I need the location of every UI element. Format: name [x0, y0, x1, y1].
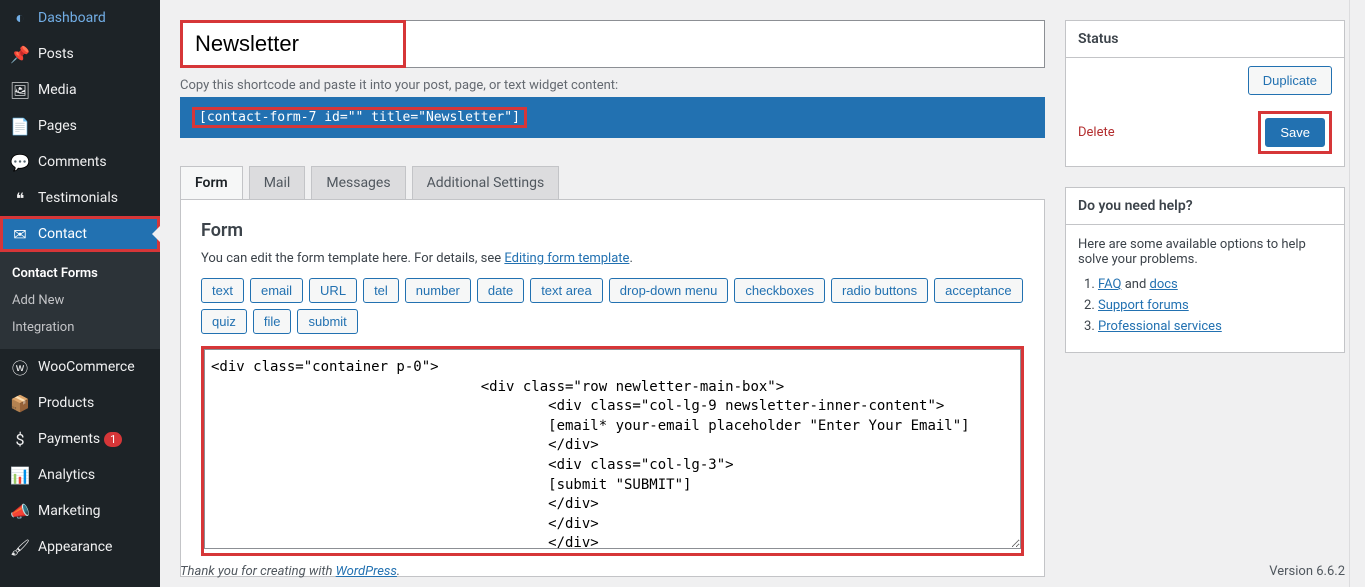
sidebar-item-label: Pages	[38, 118, 77, 134]
sidebar-item-dashboard[interactable]: ◐ Dashboard	[0, 0, 160, 36]
sidebar-item-label: Marketing	[38, 503, 101, 519]
sidebar-item-label: Media	[38, 82, 77, 98]
help-item-faq: FAQ and docs	[1098, 277, 1332, 292]
media-icon: 🖼	[10, 80, 30, 100]
tag-url-button[interactable]: URL	[309, 278, 357, 303]
submenu-integration[interactable]: Integration	[0, 314, 160, 341]
appearance-icon: 🖌	[10, 537, 30, 557]
woo-icon: ⓦ	[10, 357, 30, 377]
shortcode-text: [contact-form-7 id="" title="Newsletter"…	[199, 110, 520, 125]
tab-mail[interactable]: Mail	[249, 166, 306, 199]
sidebar-item-marketing[interactable]: 📣 Marketing	[0, 493, 160, 529]
payments-icon: $	[10, 429, 30, 449]
form-template-textarea[interactable]	[204, 349, 1021, 549]
save-button[interactable]: Save	[1265, 118, 1325, 147]
sidebar-item-contact[interactable]: ✉ Contact	[0, 216, 160, 252]
pin-icon: 📌	[10, 44, 30, 64]
sidebar-item-woocommerce[interactable]: ⓦ WooCommerce	[0, 349, 160, 385]
sidebar-item-label: Appearance	[38, 539, 112, 555]
tag-file-button[interactable]: file	[253, 309, 292, 334]
payments-badge: 1	[104, 432, 122, 447]
mail-icon: ✉	[10, 224, 30, 244]
status-title: Status	[1066, 21, 1344, 58]
tag-text-button[interactable]: text	[201, 278, 244, 303]
wordpress-link[interactable]: WordPress	[336, 564, 397, 579]
tag-radio-button[interactable]: radio buttons	[831, 278, 928, 303]
professional-services-link[interactable]: Professional services	[1098, 319, 1222, 334]
marketing-icon: 📣	[10, 501, 30, 521]
help-item-services: Professional services	[1098, 319, 1332, 334]
analytics-icon: 📊	[10, 465, 30, 485]
sidebar-item-label: Dashboard	[38, 10, 106, 26]
tab-form[interactable]: Form	[180, 166, 243, 199]
sidebar-item-label: Contact	[38, 226, 87, 242]
sidebar-item-label: Comments	[38, 154, 107, 170]
tag-tel-button[interactable]: tel	[363, 278, 399, 303]
help-intro: Here are some available options to help …	[1078, 237, 1332, 267]
admin-footer: Thank you for creating with WordPress. V…	[180, 564, 1345, 579]
status-box: Status Duplicate Delete Save	[1065, 20, 1345, 167]
sidebar-item-comments[interactable]: 💬 Comments	[0, 144, 160, 180]
shortcode-hint: Copy this shortcode and paste it into yo…	[180, 78, 1045, 93]
sidebar-item-appearance[interactable]: 🖌 Appearance	[0, 529, 160, 565]
quote-icon: ❝	[10, 188, 30, 208]
sidebar-item-media[interactable]: 🖼 Media	[0, 72, 160, 108]
tag-textarea-button[interactable]: text area	[530, 278, 603, 303]
delete-link[interactable]: Delete	[1078, 125, 1115, 140]
sidebar-item-pages[interactable]: 📄 Pages	[0, 108, 160, 144]
faq-link[interactable]: FAQ	[1098, 277, 1121, 292]
sidebar-item-payments[interactable]: $ Payments 1	[0, 421, 160, 457]
tab-messages[interactable]: Messages	[311, 166, 405, 199]
help-item-forums: Support forums	[1098, 298, 1332, 313]
shortcode-bar[interactable]: [contact-form-7 id="" title="Newsletter"…	[180, 97, 1045, 138]
tag-email-button[interactable]: email	[250, 278, 303, 303]
tag-checkboxes-button[interactable]: checkboxes	[734, 278, 825, 303]
scrollbar[interactable]	[1349, 0, 1365, 587]
sidebar-item-label: Payments	[38, 431, 100, 447]
docs-link[interactable]: docs	[1150, 277, 1178, 292]
support-forums-link[interactable]: Support forums	[1098, 298, 1189, 313]
tab-additional-settings[interactable]: Additional Settings	[412, 166, 560, 199]
tag-quiz-button[interactable]: quiz	[201, 309, 247, 334]
sidebar-item-label: WooCommerce	[38, 359, 135, 375]
sidebar-item-label: Analytics	[38, 467, 95, 483]
sidebar-item-analytics[interactable]: 📊 Analytics	[0, 457, 160, 493]
products-icon: 📦	[10, 393, 30, 413]
sidebar-item-testimonials[interactable]: ❝ Testimonials	[0, 180, 160, 216]
duplicate-button[interactable]: Duplicate	[1248, 66, 1332, 95]
sidebar-item-label: Products	[38, 395, 94, 411]
tag-dropdown-button[interactable]: drop-down menu	[609, 278, 729, 303]
form-tabs: Form Mail Messages Additional Settings	[180, 166, 1045, 199]
main-content: Copy this shortcode and paste it into yo…	[160, 0, 1365, 587]
page-icon: 📄	[10, 116, 30, 136]
form-title-input[interactable]	[183, 23, 403, 65]
help-box: Do you need help? Here are some availabl…	[1065, 187, 1345, 353]
sidebar-item-products[interactable]: 📦 Products	[0, 385, 160, 421]
panel-title: Form	[201, 220, 1024, 241]
tag-generator-buttons: text email URL tel number date text area…	[201, 278, 1024, 334]
panel-description: You can edit the form template here. For…	[201, 251, 1024, 266]
admin-sidebar: ◐ Dashboard 📌 Posts 🖼 Media 📄 Pages 💬 Comment…	[0, 0, 160, 587]
form-panel: Form You can edit the form template here…	[180, 199, 1045, 577]
tag-submit-button[interactable]: submit	[297, 309, 357, 334]
sidebar-submenu: Contact Forms Add New Integration	[0, 252, 160, 349]
tag-number-button[interactable]: number	[405, 278, 471, 303]
tag-date-button[interactable]: date	[477, 278, 524, 303]
help-title: Do you need help?	[1066, 188, 1344, 225]
comment-icon: 💬	[10, 152, 30, 172]
sidebar-item-label: Testimonials	[38, 190, 118, 206]
version-text: Version 6.6.2	[1269, 564, 1345, 579]
sidebar-item-posts[interactable]: 📌 Posts	[0, 36, 160, 72]
sidebar-item-label: Posts	[38, 46, 74, 62]
gauge-icon: ◐	[10, 8, 30, 28]
tag-acceptance-button[interactable]: acceptance	[934, 278, 1023, 303]
editing-template-link[interactable]: Editing form template	[504, 251, 629, 266]
submenu-contact-forms[interactable]: Contact Forms	[0, 260, 160, 287]
submenu-add-new[interactable]: Add New	[0, 287, 160, 314]
